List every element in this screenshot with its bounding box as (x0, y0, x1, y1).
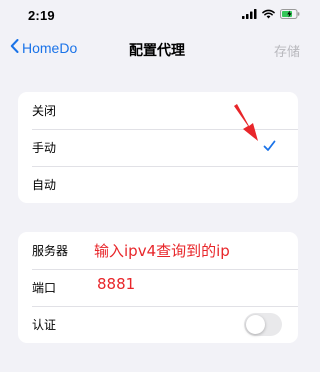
server-label: 服务器 (32, 244, 69, 258)
auth-label: 认证 (32, 318, 57, 332)
port-label: 端口 (32, 281, 57, 295)
auth-row: 认证 (18, 306, 298, 343)
server-field[interactable]: 输入ipv4查询到的ip (94, 240, 230, 261)
proxy-mode-auto-row[interactable]: 自动 (18, 166, 298, 203)
status-time: 2:19 (28, 8, 55, 23)
status-bar: 2:19 (0, 0, 314, 30)
proxy-mode-label: 关闭 (32, 104, 57, 118)
proxy-settings-group: 服务器 输入ipv4查询到的ip 端口 8881 认证 (18, 232, 298, 343)
battery-charging-icon (280, 6, 300, 24)
server-row[interactable]: 服务器 输入ipv4查询到的ip (18, 232, 298, 269)
page-title: 配置代理 (129, 42, 185, 58)
auth-toggle[interactable] (244, 313, 282, 336)
toggle-knob (246, 315, 265, 334)
wifi-icon (262, 6, 275, 24)
save-button[interactable]: 存储 (274, 41, 300, 60)
proxy-mode-label: 手动 (32, 141, 57, 155)
checkmark-icon (263, 140, 276, 155)
navigation-bar: HomeDo 配置代理 存储 (0, 30, 314, 68)
cellular-signal-icon (242, 6, 257, 24)
proxy-mode-label: 自动 (32, 178, 57, 192)
status-icons (242, 9, 300, 21)
red-arrow-annotation-icon (228, 104, 264, 149)
port-field[interactable]: 8881 (97, 275, 135, 293)
port-row[interactable]: 端口 8881 (18, 269, 298, 306)
